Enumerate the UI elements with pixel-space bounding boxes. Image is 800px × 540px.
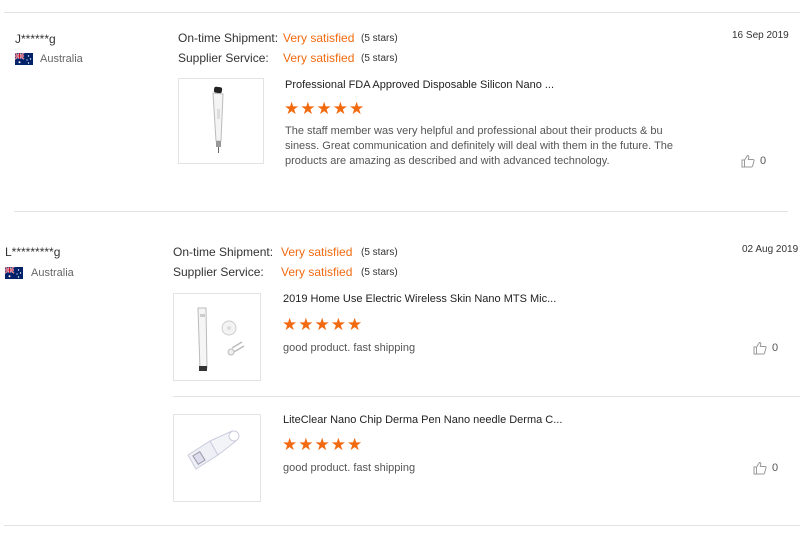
divider-bottom [4,525,800,526]
product-thumbnail[interactable] [173,293,261,381]
divider-item [173,396,800,397]
review-date: 16 Sep 2019 [732,30,789,41]
thumbs-up-icon [753,341,767,355]
thumbs-up-icon [741,154,755,168]
service-value: Very satisfied [283,51,355,65]
reviewer-country: Australia [40,53,83,65]
service-value: Very satisfied [281,265,353,279]
product-rating-stars: ★★★★★ [284,99,366,118]
wireless-pen-icon [197,307,245,371]
product-title[interactable]: Professional FDA Approved Disposable Sil… [285,79,554,91]
review-text: good product. fast shipping [283,342,416,354]
pen-device-icon [212,86,224,153]
nano-cartridge-icon [187,430,240,470]
service-label: Supplier Service: [178,51,269,65]
product-title[interactable]: 2019 Home Use Electric Wireless Skin Nan… [283,293,556,305]
shipment-stars: (5 stars) [361,33,398,44]
reviewer-name: J******g [15,32,56,46]
service-label: Supplier Service: [173,265,264,279]
review-text: The staff member was very helpful and pr… [285,125,674,167]
service-stars: (5 stars) [361,53,398,64]
shipment-label: On-time Shipment: [178,31,279,45]
product-rating-stars: ★★★★★ [282,435,364,454]
service-stars: (5 stars) [361,267,398,278]
helpful-count: 0 [760,155,767,167]
thumbs-up-icon [753,461,767,475]
shipment-value: Very satisfied [283,31,355,45]
reviewer-name: L*********g [5,245,61,259]
shipment-stars: (5 stars) [361,247,398,258]
product-rating-stars: ★★★★★ [282,315,364,334]
helpful-button[interactable]: 0 [753,461,778,475]
helpful-count: 0 [772,342,779,354]
reviewer-country: Australia [31,267,74,279]
product-thumbnail[interactable] [173,414,261,502]
product-title[interactable]: LiteClear Nano Chip Derma Pen Nano needl… [283,414,562,426]
australia-flag-icon [5,267,23,279]
review-text: good product. fast shipping [283,462,416,474]
australia-flag-icon [15,53,33,65]
helpful-count: 0 [772,462,779,474]
shipment-label: On-time Shipment: [173,245,274,259]
divider-top [4,12,800,13]
review-date: 02 Aug 2019 [742,244,799,255]
shipment-value: Very satisfied [281,245,353,259]
divider-review-1 [14,211,788,212]
helpful-button[interactable]: 0 [753,341,778,355]
product-thumbnail[interactable] [178,78,264,164]
helpful-button[interactable]: 0 [741,154,766,168]
